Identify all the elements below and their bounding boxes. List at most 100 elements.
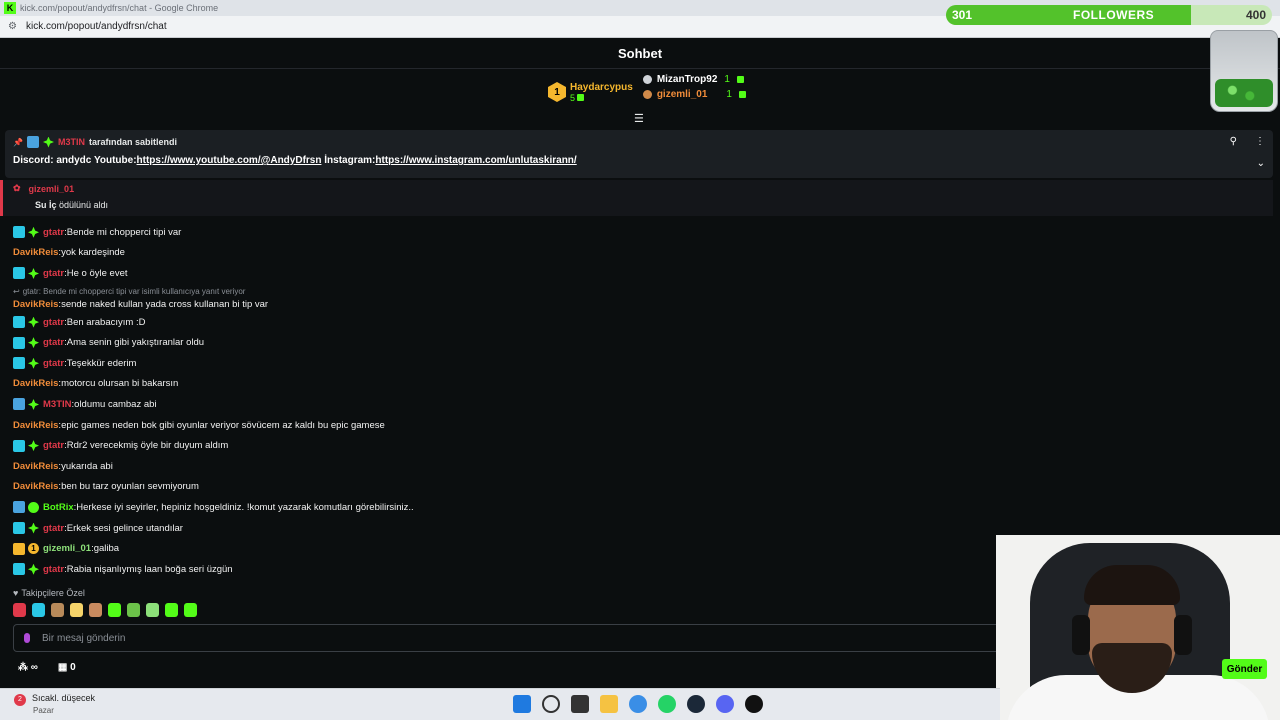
chat-message[interactable]: gtatr: Rdr2 verecekmiş öyle bir duyum al…	[13, 435, 1013, 456]
message-username[interactable]: BotRix	[43, 502, 74, 513]
emote-icon[interactable]	[127, 603, 140, 617]
chat-message[interactable]: DavikReis: ben bu tarz oyunları sevmiyor…	[13, 477, 1013, 498]
message-username[interactable]: DavikReis	[13, 481, 58, 492]
reward-redemption: ✿ gizemli_01 Su İç ödülünü aldı	[0, 180, 1273, 216]
message-username[interactable]: DavikReis	[13, 299, 58, 310]
whatsapp-icon[interactable]	[658, 695, 676, 713]
reward-icon: ✿	[13, 183, 21, 193]
message-username[interactable]: DavikReis	[13, 247, 58, 258]
heart-icon: ♥	[13, 588, 19, 598]
site-settings-icon[interactable]: ⚙	[8, 21, 18, 32]
message-username[interactable]: gizemli_01	[43, 543, 91, 554]
chat-message[interactable]: gtatr: Ama senin gibi yakıştıranlar oldu	[13, 332, 1013, 353]
chat-footer: ⁂ ∞ ▦ 0	[18, 662, 76, 673]
chat-message[interactable]: BotRix: Herkese iyi seyirler, hepiniz ho…	[13, 497, 1013, 518]
emote-icon[interactable]	[51, 603, 64, 617]
unpin-icon[interactable]: ⚲	[1230, 136, 1237, 147]
message-text: Teşekkür ederim	[66, 357, 137, 369]
message-username[interactable]: DavikReis	[13, 420, 58, 431]
tip-jar-image	[1210, 30, 1278, 112]
url-text[interactable]: kick.com/popout/andydfrsn/chat	[26, 21, 167, 32]
user-badges	[13, 501, 39, 514]
emote-icon[interactable]	[108, 603, 121, 617]
leaderboard-second[interactable]: MizanTrop92 1	[642, 74, 746, 85]
chat-message[interactable]: M3TIN: oldumu cambaz abi	[13, 394, 1013, 415]
chevron-down-icon[interactable]: ⌄	[1257, 158, 1265, 169]
steam-icon[interactable]	[687, 695, 705, 713]
reply-arrow-icon: ↩	[13, 287, 20, 297]
emote-icon[interactable]	[70, 603, 83, 617]
chat-message[interactable]: DavikReis: epic games neden bok gibi oyu…	[13, 415, 1013, 436]
crown-badge-icon	[13, 542, 25, 555]
followers-only-text: Takipçilere Özel	[21, 588, 85, 598]
user-badges	[13, 316, 39, 329]
chat-input-placeholder[interactable]: Bir mesaj gönderin	[42, 633, 125, 644]
message-username[interactable]: gtatr	[43, 440, 64, 451]
chat-message[interactable]: gtatr: Erkek sesi gelince utandılar	[13, 518, 1013, 539]
emote-icon[interactable]	[146, 603, 159, 617]
message-username[interactable]: gtatr	[43, 227, 64, 238]
emote-icon[interactable]	[32, 603, 45, 617]
verified-badge-icon	[28, 267, 39, 279]
chat-message[interactable]: DavikReis: sende naked kullan yada cross…	[13, 298, 1013, 312]
message-username[interactable]: gtatr	[43, 337, 64, 348]
chat-message[interactable]: gtatr: He o öyle evet	[13, 263, 1013, 284]
message-text: oldumu cambaz abi	[74, 398, 157, 410]
emote-icon[interactable]	[13, 603, 26, 617]
trash-icon[interactable]: ▦ 0	[58, 662, 76, 673]
chat-message[interactable]: gtatr: Teşekkür ederim	[13, 353, 1013, 374]
obs-icon[interactable]	[745, 695, 763, 713]
chat-message[interactable]: gtatr: Ben arabacıyım :D	[13, 312, 1013, 333]
chat-message[interactable]: DavikReis: yok kardeşinde	[13, 243, 1013, 264]
chat-message[interactable]: gtatr: Rabia nişanlıymış laan boğa seri …	[13, 559, 1013, 580]
message-text: Erkek sesi gelince utandılar	[66, 522, 183, 534]
collapse-leaderboard-icon[interactable]: ☰	[634, 112, 644, 125]
subscriber-badge-icon	[13, 357, 25, 370]
reward-user[interactable]: gizemli_01	[29, 184, 75, 194]
message-text: yok kardeşinde	[61, 247, 125, 259]
chat-message[interactable]: 1 gizemli_01: galiba	[13, 538, 1013, 559]
message-text: galiba	[93, 543, 120, 555]
message-username[interactable]: DavikReis	[13, 378, 58, 389]
task-view-icon[interactable]	[571, 695, 589, 713]
windows-start-icon[interactable]	[513, 695, 531, 713]
youtube-link[interactable]: https://www.youtube.com/@AndyDfrsn	[137, 155, 322, 166]
message-username[interactable]: DavikReis	[13, 461, 58, 472]
message-username[interactable]: gtatr	[43, 358, 64, 369]
message-username[interactable]: gtatr	[43, 564, 64, 575]
search-icon[interactable]	[542, 695, 560, 713]
chat-message[interactable]: gtatr: Bende mi chopperci tipi var	[13, 222, 1013, 243]
chat-message[interactable]: DavikReis: yukarıda abi	[13, 456, 1013, 477]
chat-message[interactable]: DavikReis: motorcu olursan bi bakarsın	[13, 374, 1013, 395]
emote-icon[interactable]	[165, 603, 178, 617]
microphone-icon[interactable]	[24, 633, 30, 643]
pinned-by-user[interactable]: M3TIN	[58, 137, 85, 147]
leaderboard-first[interactable]: 1 Haydarcypus 5	[548, 74, 633, 110]
message-username[interactable]: gtatr	[43, 268, 64, 279]
verified-badge-icon	[28, 440, 39, 452]
emote-icon[interactable]	[89, 603, 102, 617]
message-text: yukarıda abi	[61, 460, 113, 472]
chrome-icon[interactable]	[629, 695, 647, 713]
reply-context[interactable]: ↩ gtatr: Bende mi chopperci tipi var isim…	[13, 286, 1013, 298]
discord-icon[interactable]	[716, 695, 734, 713]
more-options-icon[interactable]: ⋮	[1255, 136, 1265, 147]
infinity-points-icon[interactable]: ⁂ ∞	[18, 662, 38, 673]
gift-icon	[736, 76, 744, 83]
message-username[interactable]: M3TIN	[43, 399, 72, 410]
message-username[interactable]: gtatr	[43, 523, 64, 534]
message-username[interactable]: gtatr	[43, 317, 64, 328]
instagram-link[interactable]: https://www.instagram.com/unlutaskirann/	[375, 155, 576, 166]
leaderboard-first-count: 5	[570, 92, 576, 103]
emote-icon[interactable]	[184, 603, 197, 617]
gift-leaderboard: 1 Haydarcypus 5 MizanTrop92 1 gizemli_01…	[548, 74, 746, 110]
message-text: Rdr2 verecekmiş öyle bir duyum aldım	[66, 440, 229, 452]
verified-badge-icon	[42, 136, 54, 148]
user-badges	[13, 522, 39, 535]
send-button[interactable]: Gönder	[1222, 659, 1267, 679]
leaderboard-third[interactable]: gizemli_01 1	[642, 89, 746, 100]
file-explorer-icon[interactable]	[600, 695, 618, 713]
weather-widget[interactable]: 2 Sıcakl. düşecek Pazar	[14, 693, 95, 715]
user-badges	[13, 563, 39, 576]
subscriber-badge-icon	[13, 316, 25, 329]
